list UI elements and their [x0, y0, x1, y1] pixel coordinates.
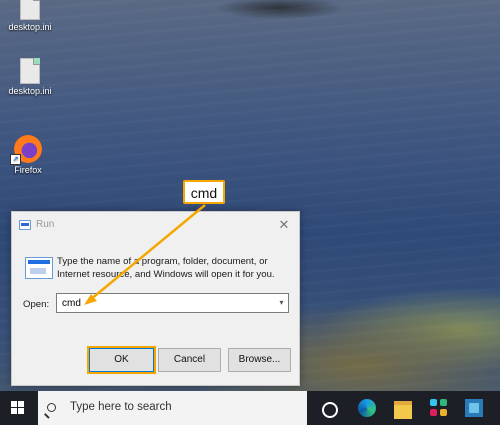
run-dialog-title: Run	[36, 219, 55, 230]
taskbar: Type here to search	[0, 391, 500, 425]
run-program-icon	[25, 257, 53, 279]
browse-button[interactable]: Browse...	[228, 348, 291, 372]
run-app-icon	[19, 220, 31, 230]
desktop-icon-label: Firefox	[14, 165, 42, 175]
open-input[interactable]	[56, 293, 289, 313]
chevron-down-icon[interactable]: ▾	[275, 294, 288, 312]
cancel-button[interactable]: Cancel	[158, 348, 221, 372]
run-dialog-description: Type the name of a program, folder, docu…	[57, 256, 275, 280]
file-explorer-icon[interactable]	[394, 401, 412, 419]
dialog-button-strip: OK Cancel Browse...	[12, 340, 299, 385]
run-dialog-titlebar[interactable]: Run ✕	[12, 212, 299, 238]
desktop-icon-desktop-ini-1[interactable]: desktop.ini	[0, 0, 60, 32]
edge-icon[interactable]	[358, 399, 376, 417]
desktop-icon-label: desktop.ini	[8, 86, 52, 96]
app-icon[interactable]	[465, 399, 483, 417]
search-icon	[47, 403, 56, 412]
file-icon	[20, 58, 40, 84]
file-icon	[20, 0, 40, 20]
shortcut-arrow-icon: ↗	[10, 154, 21, 165]
cortana-icon[interactable]	[322, 402, 338, 418]
search-placeholder: Type here to search	[70, 401, 172, 413]
slack-icon[interactable]	[430, 399, 448, 417]
desktop-icon-label: desktop.ini	[8, 22, 52, 32]
ok-button[interactable]: OK	[89, 348, 154, 372]
annotation-callout: cmd	[183, 180, 225, 204]
desktop-icon-firefox[interactable]: ↗ Firefox	[0, 135, 58, 175]
windows-start-icon[interactable]	[11, 401, 25, 415]
run-dialog: Run ✕ Type the name of a program, folder…	[11, 211, 300, 386]
close-icon[interactable]: ✕	[275, 216, 293, 234]
desktop-icon-desktop-ini-2[interactable]: desktop.ini	[0, 58, 60, 96]
firefox-icon: ↗	[10, 135, 42, 165]
open-label: Open:	[23, 299, 50, 310]
